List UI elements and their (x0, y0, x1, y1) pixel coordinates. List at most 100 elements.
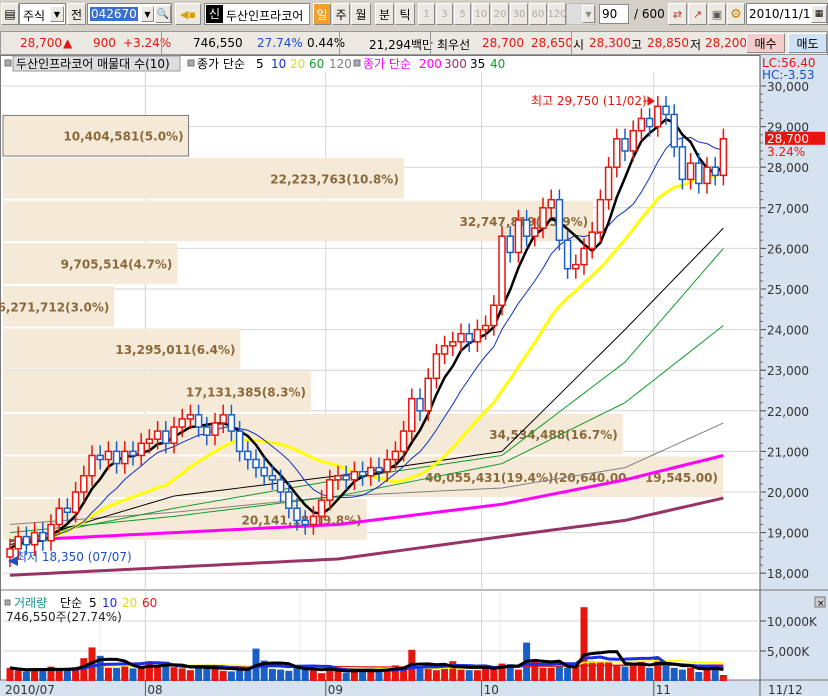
stock-code-input[interactable]: 042670 ▼ 🔍 (87, 3, 172, 25)
save-icon[interactable]: ▣ (708, 3, 726, 25)
market-type-value: 주식 (23, 9, 46, 23)
high-annotation: 최고 29,750 (11/02) (531, 94, 647, 108)
volume-bar (55, 670, 63, 681)
volume-bar (719, 675, 727, 681)
candle (252, 458, 260, 469)
current-pct-label: 3.24% (767, 145, 805, 159)
indicator-add-icon[interactable]: ↗ (688, 3, 707, 25)
gear-icon[interactable]: ⚙ (727, 3, 745, 25)
interval-3-button[interactable]: 3 (436, 3, 453, 25)
period-minute-button[interactable]: 분 (375, 3, 394, 25)
volume-bar (268, 669, 276, 681)
candle (350, 470, 359, 481)
period-week-button[interactable]: 주 (332, 3, 350, 25)
period-tick-button[interactable]: 틱 (395, 3, 415, 25)
volume-bar (539, 667, 547, 681)
supply-band-label: 6,271,712(3.0%) (0, 300, 109, 314)
ma20-legend: 20 (290, 57, 305, 71)
volume-bar (227, 671, 235, 681)
candle (432, 353, 441, 380)
price-change-pct: +3.24% (123, 36, 172, 50)
price-label: 18,000 (767, 567, 809, 581)
period-day-button[interactable]: 일 (313, 3, 331, 25)
candle (408, 397, 416, 432)
date-label: 11 (656, 683, 671, 696)
candle (129, 450, 137, 457)
volume-bar (6, 667, 14, 681)
volume-bar (359, 671, 367, 681)
search-icon[interactable]: 🔍 (155, 5, 171, 23)
ma2-label: 종가 단순 (363, 57, 411, 71)
interval-1-button[interactable]: 1 (418, 3, 435, 25)
candle (490, 304, 498, 327)
volume-bar (236, 669, 244, 681)
legend-marker (353, 59, 361, 67)
candle (63, 507, 72, 514)
calendar-icon[interactable]: ▦ (811, 5, 827, 23)
chevron-down-icon[interactable]: ▼ (582, 5, 595, 23)
buy-button[interactable]: 매수 (746, 33, 785, 53)
market-type-select[interactable]: 주식 ▼ (19, 3, 66, 25)
volume-bar (195, 666, 203, 681)
stock-code-value: 042670 (90, 7, 138, 21)
period-month-button[interactable]: 월 (351, 3, 371, 25)
candle (678, 146, 687, 181)
interval-60-button[interactable]: 60 (529, 3, 547, 25)
candle (186, 414, 195, 420)
volume-bar (432, 670, 440, 681)
legend-marker (187, 59, 195, 67)
volume-bar (334, 670, 342, 681)
chart-type-icon[interactable]: ⇄ (668, 3, 687, 25)
menu-icon[interactable]: ▤ (1, 3, 19, 25)
candle (178, 418, 186, 428)
turnover-pct: 27.74% (257, 36, 303, 50)
speaker-icon[interactable]: ◀▪ (175, 3, 201, 25)
candle-count-input[interactable]: 90 (599, 4, 629, 24)
chevron-down-icon[interactable]: ▼ (141, 6, 154, 22)
candle (244, 450, 252, 461)
interval-5-button[interactable]: 5 (454, 3, 471, 25)
candle (531, 227, 539, 237)
supply-band-label: 9,705,514(4.7%) (61, 258, 173, 272)
volume-bar (178, 668, 186, 681)
interval-20-button[interactable]: 20 (491, 3, 509, 25)
interval-select[interactable]: ▼ (566, 3, 596, 25)
volume-bar (170, 667, 178, 681)
candle (80, 475, 88, 493)
volume-bar (342, 672, 350, 681)
candle (473, 328, 482, 343)
chevron-down-icon[interactable]: ▼ (50, 6, 64, 22)
candle (481, 324, 490, 331)
stock-name-field[interactable]: 신 두산인프라코어 (204, 3, 310, 25)
prev-button[interactable]: 전 (67, 3, 86, 25)
candle (317, 499, 326, 518)
interval-10-button[interactable]: 10 (472, 3, 490, 25)
volume-bar (416, 668, 424, 681)
candle (30, 531, 39, 546)
candle (539, 207, 547, 229)
candle (260, 466, 268, 477)
close-x: × (817, 599, 825, 609)
interval-30-button[interactable]: 30 (510, 3, 528, 25)
candle (547, 198, 555, 209)
sell-button[interactable]: 매도 (788, 33, 827, 53)
candle (645, 117, 654, 128)
candle (686, 162, 695, 181)
chart-area: 10,404,581(5.0%)22,223,763(10.8%)32,747,… (0, 55, 828, 696)
current-price-label: 28,700 (767, 132, 809, 146)
volume-bar (588, 661, 596, 681)
candle (514, 219, 523, 254)
candle (55, 507, 63, 526)
candle (662, 105, 670, 116)
ma300-legend: 300 (444, 57, 467, 71)
interval-120-button[interactable]: 120 (547, 3, 567, 25)
date-label: 2010/07 (5, 683, 55, 696)
candle (309, 515, 318, 526)
price-chart[interactable]: 10,404,581(5.0%)22,223,763(10.8%)32,747,… (0, 55, 828, 696)
volume-bar (104, 667, 112, 681)
date-input[interactable]: 2010/11/12 ▦ (746, 3, 828, 25)
date-label: 09 (328, 683, 343, 696)
stock-name: 두산인프라코어 (226, 9, 304, 23)
candle (719, 138, 728, 177)
candle (227, 414, 236, 432)
